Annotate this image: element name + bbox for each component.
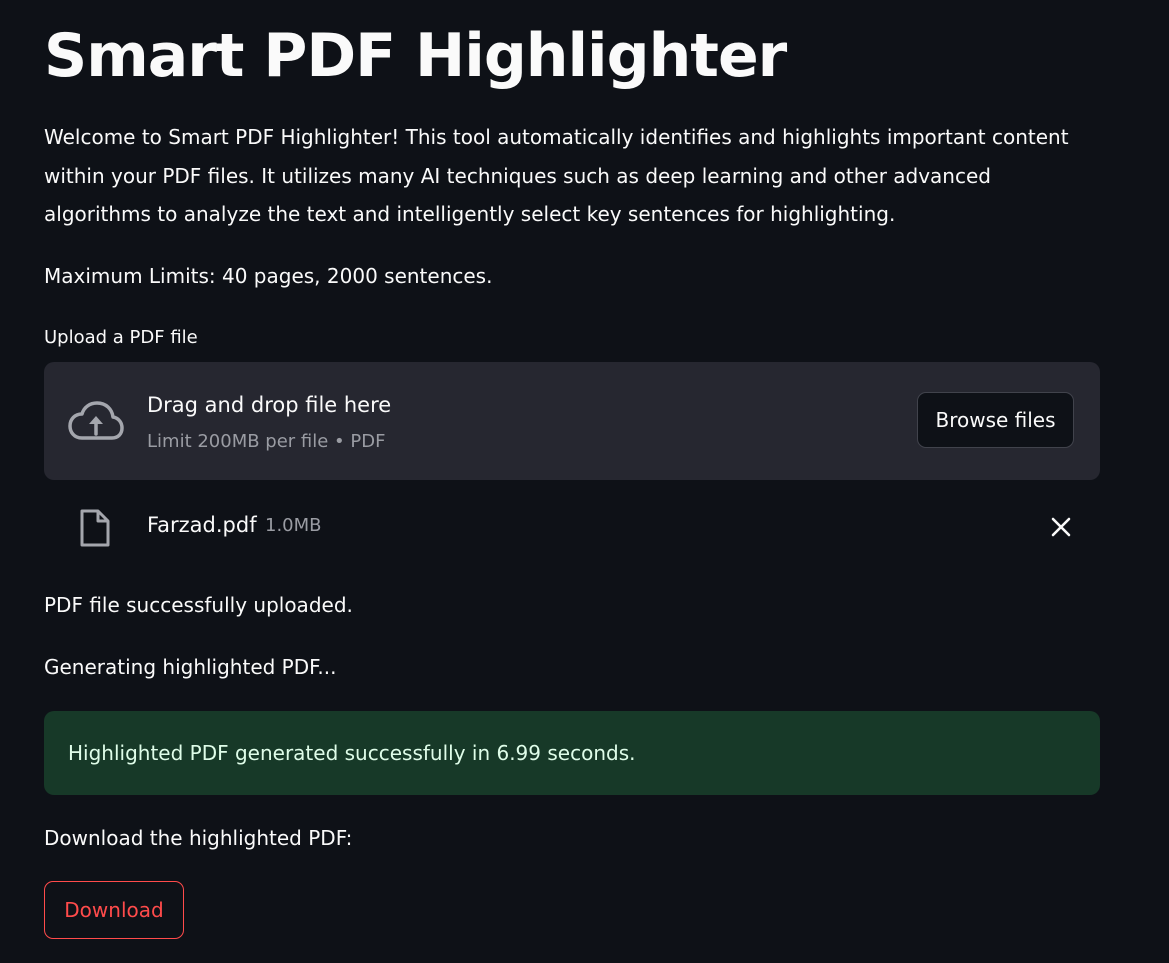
upload-status-text: PDF file successfully uploaded. <box>44 593 353 617</box>
cloud-upload-icon <box>68 401 124 440</box>
success-message: Highlighted PDF generated successfully i… <box>68 741 636 765</box>
limits-text: Maximum Limits: 40 pages, 2000 sentences… <box>44 264 493 288</box>
uploaded-file-row: Farzad.pdf 1.0MB <box>44 498 1100 558</box>
file-size: 1.0MB <box>265 515 322 536</box>
file-dropzone[interactable]: Drag and drop file here Limit 200MB per … <box>44 362 1100 480</box>
intro-text: Welcome to Smart PDF Highlighter! This t… <box>44 125 1069 226</box>
browse-files-button[interactable]: Browse files <box>917 392 1074 448</box>
dropzone-text: Drag and drop file here <box>147 393 392 417</box>
main-container: Smart PDF Highlighter Welcome to Smart P… <box>0 0 1169 963</box>
download-button[interactable]: Download <box>44 881 184 939</box>
file-icon <box>80 509 110 547</box>
page-title: Smart PDF Highlighter <box>44 21 787 91</box>
generating-status-text: Generating highlighted PDF... <box>44 655 337 679</box>
close-icon[interactable] <box>1049 515 1073 539</box>
upload-label: Upload a PDF file <box>44 327 198 348</box>
file-name: Farzad.pdf <box>147 513 257 537</box>
download-prompt: Download the highlighted PDF: <box>44 826 353 850</box>
success-alert: Highlighted PDF generated successfully i… <box>44 711 1100 795</box>
dropzone-limit-text: Limit 200MB per file • PDF <box>147 431 386 452</box>
